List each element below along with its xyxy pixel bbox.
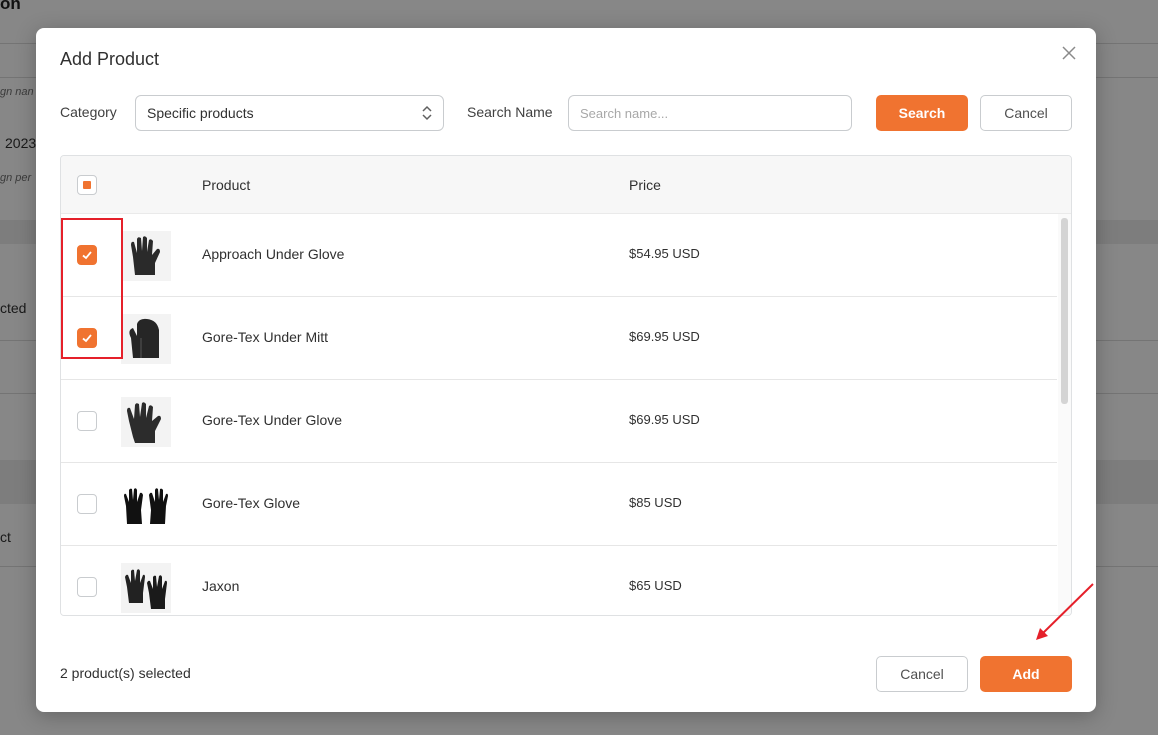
- column-header-price: Price: [629, 177, 661, 193]
- table-row[interactable]: Gore-Tex Under Glove $69.95 USD: [61, 380, 1057, 463]
- product-price: $54.95 USD: [629, 246, 700, 261]
- search-button[interactable]: Search: [876, 95, 968, 131]
- table-row[interactable]: Gore-Tex Glove $85 USD: [61, 463, 1057, 546]
- row-checkbox[interactable]: [77, 577, 97, 597]
- category-select-value: Specific products: [147, 105, 254, 121]
- product-thumbnail: [121, 231, 171, 281]
- glove-icon: [127, 402, 161, 443]
- product-name: Approach Under Glove: [202, 246, 345, 262]
- table-row[interactable]: Approach Under Glove $54.95 USD: [61, 214, 1057, 297]
- row-checkbox[interactable]: [77, 494, 97, 514]
- annotation-arrow-icon: [1036, 583, 1094, 640]
- table-row[interactable]: Gore-Tex Under Mitt $69.95 USD: [61, 297, 1057, 380]
- product-price: $69.95 USD: [629, 329, 700, 344]
- product-table: Product Price Approach Under Glove $54.9…: [60, 155, 1072, 616]
- table-scrollbar[interactable]: [1058, 214, 1071, 615]
- product-name: Gore-Tex Glove: [202, 495, 301, 511]
- gloves-pair-icon: [124, 488, 168, 524]
- scrollbar-thumb[interactable]: [1061, 218, 1068, 404]
- search-name-label: Search Name: [467, 104, 553, 120]
- select-arrows-icon: [422, 105, 432, 121]
- cancel-top-button[interactable]: Cancel: [980, 95, 1072, 131]
- search-input[interactable]: [568, 95, 852, 131]
- glove-icon: [131, 236, 160, 275]
- modal-title: Add Product: [60, 49, 160, 69]
- add-product-modal: Add Product Category Specific products S…: [36, 28, 1096, 712]
- select-all-checkbox[interactable]: [77, 175, 97, 195]
- product-thumbnail: [121, 480, 171, 530]
- product-thumbnail: [121, 563, 171, 613]
- product-price: $65 USD: [629, 578, 682, 593]
- close-icon: [1062, 46, 1076, 60]
- table-row[interactable]: Jaxon $65 USD: [61, 546, 1057, 615]
- selected-count: 2 product(s) selected: [60, 665, 191, 681]
- product-name: Jaxon: [202, 578, 240, 594]
- add-button[interactable]: Add: [980, 656, 1072, 692]
- table-header: Product Price: [61, 156, 1071, 214]
- annotation-highlight-box: [61, 218, 123, 359]
- close-button[interactable]: [1058, 42, 1080, 64]
- indeterminate-indicator: [83, 181, 91, 189]
- product-name: Gore-Tex Under Mitt: [202, 329, 329, 345]
- row-checkbox[interactable]: [77, 411, 97, 431]
- category-label: Category: [60, 104, 117, 120]
- cancel-button[interactable]: Cancel: [876, 656, 968, 692]
- product-thumbnail: [121, 397, 171, 447]
- product-thumbnail: [121, 314, 171, 364]
- table-body: Approach Under Glove $54.95 USD Gore-Tex…: [61, 214, 1057, 615]
- gloves-pair-icon: [125, 569, 167, 609]
- product-name: Gore-Tex Under Glove: [202, 412, 343, 428]
- category-select[interactable]: Specific products: [135, 95, 444, 131]
- product-price: $85 USD: [629, 495, 682, 510]
- product-price: $69.95 USD: [629, 412, 700, 427]
- column-header-product: Product: [202, 177, 251, 193]
- mitten-icon: [129, 318, 159, 358]
